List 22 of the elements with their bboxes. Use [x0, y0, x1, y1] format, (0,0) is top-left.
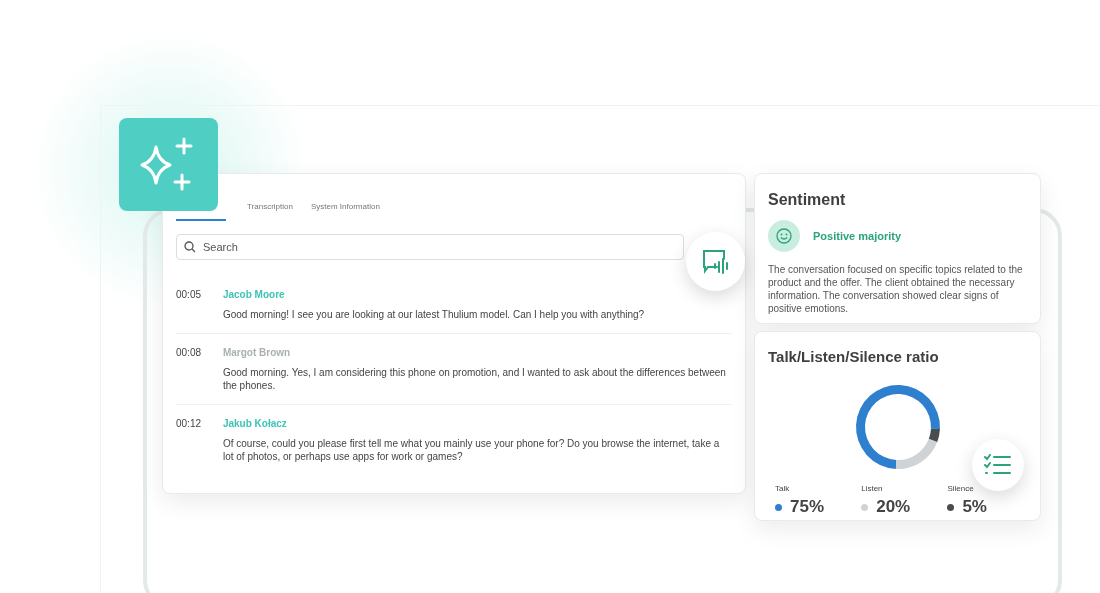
legend-value: 20%: [876, 497, 911, 517]
message-text: Good morning! I see you are looking at our latest Thulium model. Can I help you with anything?: [222, 308, 646, 321]
card-title: Talk/Listen/Silence ratio: [768, 347, 940, 367]
message-text: Good morning. Yes, I am considering this phone on promotion, and I wanted to ask about the differences between the phones.: [222, 366, 727, 392]
timestamp: 00:12: [176, 417, 203, 431]
speaker-name: Margot Brown: [222, 346, 292, 360]
sentiment-label: Positive majority: [813, 228, 902, 244]
tab[interactable]: Transcription: [247, 201, 293, 213]
legend-value: 75%: [790, 497, 825, 517]
card-title: Sentiment: [768, 190, 847, 210]
message-text: Of course, could you please first tell me what you mainly use your phone for? Do you browse the internet, take a lot of photos, or perhaps use apps for work or games?: [222, 437, 721, 463]
speaker-name: Jacob Moore: [222, 288, 286, 302]
timestamp: 00:08: [176, 346, 203, 360]
sentiment-summary: The conversation focused on specific topics related to the product and the offer. The client obtained the necessary information. The conversation showed clear signs of positive emotions.: [768, 263, 1024, 315]
legend-label: Listen: [861, 483, 884, 495]
tab[interactable]: System Information: [310, 201, 380, 213]
search-field[interactable]: Search: [176, 234, 684, 260]
legend-label: Silence: [947, 483, 975, 495]
speaker-name: Jakub Kołacz: [222, 417, 288, 431]
legend-value: 5%: [962, 497, 987, 517]
timestamp: 00:05: [176, 288, 203, 302]
legend-label: Talk: [775, 483, 791, 495]
